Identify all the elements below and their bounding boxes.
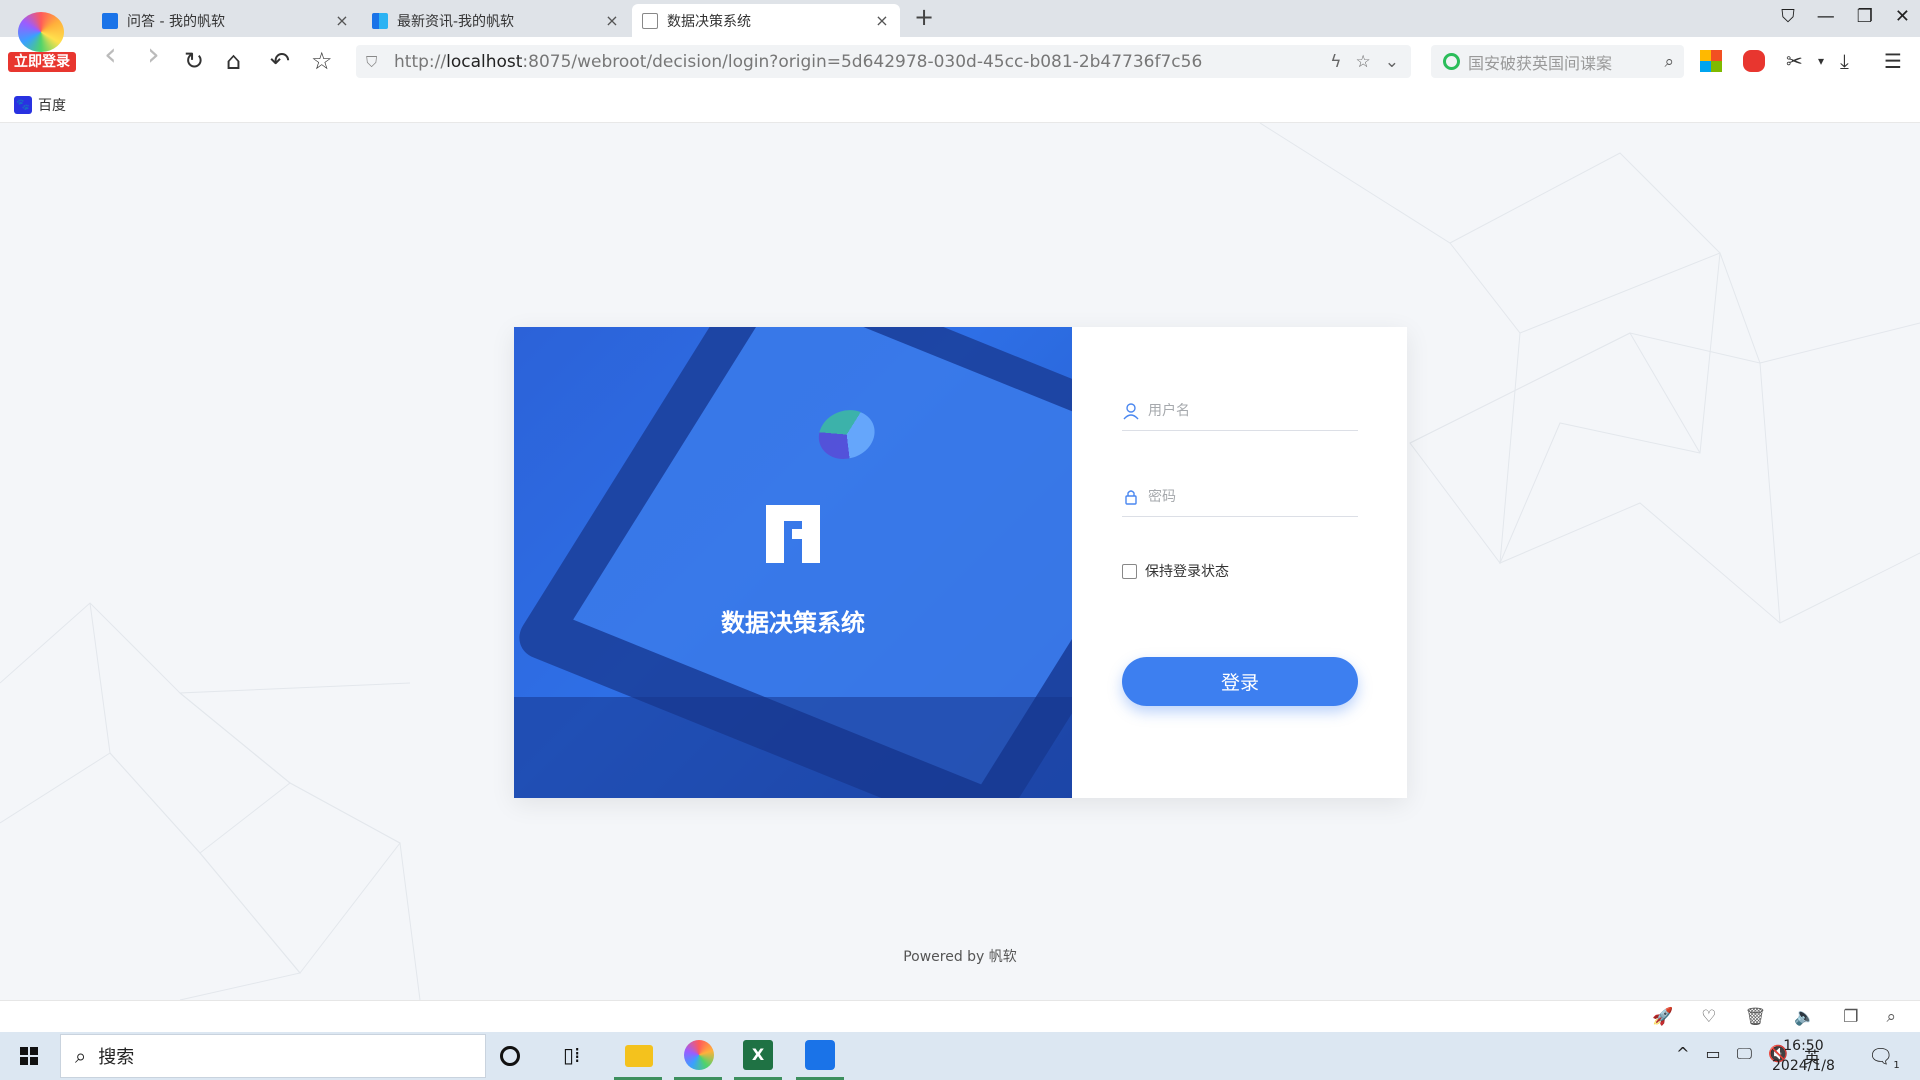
bookmark-label: 百度 — [38, 98, 66, 114]
pie-chart-illustration — [808, 402, 885, 467]
username-field[interactable] — [1122, 391, 1358, 431]
back-button[interactable]: ‹ — [104, 38, 117, 70]
clock-date: 2024/1/8 — [1772, 1058, 1835, 1074]
network-icon[interactable]: 🖵 — [1737, 1044, 1752, 1068]
download-icon[interactable]: ⤓ — [1840, 50, 1862, 72]
menu-icon[interactable]: ☰ — [1884, 50, 1906, 72]
remember-login[interactable]: 保持登录状态 — [1122, 561, 1229, 581]
username-input[interactable] — [1148, 402, 1338, 419]
tray-chevron-icon[interactable]: ^ — [1676, 1044, 1689, 1068]
fanruan-favicon-icon — [102, 12, 118, 29]
search-placeholder: 国安破获英国间谍案 — [1468, 53, 1613, 73]
close-window-button[interactable]: ✕ — [1895, 6, 1910, 27]
search-icon[interactable]: ⌕ — [1664, 52, 1674, 72]
new-tab-button[interactable]: + — [914, 3, 934, 31]
undo-close-button[interactable]: ↶ — [270, 48, 290, 74]
browser-logo[interactable]: 立即登录 — [8, 6, 76, 78]
rocket-icon[interactable]: 🚀 — [1652, 1007, 1673, 1027]
notification-icon[interactable]: 🗨1 — [1868, 1044, 1900, 1071]
remember-label: 保持登录状态 — [1145, 564, 1229, 580]
powered-by-footer: Powered by 帆软 — [903, 949, 1017, 965]
trash-icon[interactable]: 🗑 — [1744, 1007, 1766, 1027]
restore-button[interactable]: ❐ — [1857, 6, 1873, 27]
tab-qa[interactable]: 问答 - 我的帆软 × — [92, 4, 360, 37]
reload-button[interactable]: ↻ — [184, 48, 204, 74]
navigation-bar: ‹ › ↻ ⌂ ↶ ☆ ⛉ http://localhost:8075/webr… — [0, 37, 1920, 87]
window-icon[interactable]: ❐ — [1843, 1007, 1858, 1027]
tab-title: 最新资讯-我的帆软 — [397, 13, 515, 30]
clock-time: 16:50 — [1783, 1038, 1824, 1054]
tab-news[interactable]: 最新资讯-我的帆软 × — [362, 4, 630, 37]
search-icon: ⌕ — [75, 1044, 87, 1068]
baidu-paw-icon: 🐾 — [14, 96, 32, 114]
url-text[interactable]: http://localhost:8075/webroot/decision/l… — [394, 52, 1330, 72]
flash-icon[interactable]: ϟ — [1330, 52, 1341, 72]
fanruan-news-favicon-icon — [372, 12, 388, 29]
system-clock[interactable]: 16:50 2024/1/8 — [1772, 1036, 1835, 1076]
search-engine-icon — [1443, 53, 1460, 70]
remember-checkbox[interactable] — [1122, 563, 1137, 579]
brand-panel: 数据决策系统 — [514, 327, 1072, 798]
login-page: 数据决策系统 保持登录状态 登录 — [0, 123, 1920, 1000]
fanruan-designer-icon[interactable] — [805, 1040, 835, 1070]
notification-count: 1 — [1893, 1060, 1900, 1071]
tab-decision-system[interactable]: 数据决策系统 × — [632, 4, 900, 37]
home-button[interactable]: ⌂ — [226, 48, 241, 74]
scissors-dropdown-icon[interactable]: ▾ — [1818, 50, 1840, 72]
battery-icon[interactable]: ▭ — [1706, 1044, 1721, 1068]
apps-grid-icon[interactable] — [1700, 50, 1722, 72]
password-field[interactable] — [1122, 477, 1358, 517]
favorite-button[interactable]: ☆ — [311, 48, 333, 74]
skin-icon[interactable]: ⛉ — [1781, 6, 1795, 27]
brand-name: 数据决策系统 — [721, 609, 865, 637]
bookmark-star-icon[interactable]: ☆ — [1356, 52, 1371, 72]
tab-bar: 立即登录 问答 - 我的帆软 × 最新资讯-我的帆软 × 数据决策系统 × + … — [0, 0, 1920, 72]
scissors-icon[interactable]: ✂ — [1786, 50, 1808, 72]
password-input[interactable] — [1148, 488, 1338, 505]
login-badge[interactable]: 立即登录 — [8, 52, 76, 72]
taskbar-search[interactable]: ⌕ 搜索 — [60, 1034, 486, 1078]
lock-icon — [1125, 489, 1137, 505]
browser-status-bar: 🚀 ♡ 🗑 🔈 ❐ ⌕ — [0, 1000, 1920, 1032]
browser-360-icon[interactable] — [684, 1040, 714, 1070]
fanruan-logo-icon — [766, 505, 820, 563]
address-bar[interactable]: ⛉ http://localhost:8075/webroot/decision… — [356, 45, 1411, 78]
login-card: 数据决策系统 保持登录状态 登录 — [514, 327, 1407, 798]
health-icon[interactable]: ♡ — [1701, 1007, 1716, 1027]
tab-title: 问答 - 我的帆软 — [127, 13, 225, 30]
tab-title: 数据决策系统 — [667, 13, 751, 30]
taskbar-search-label: 搜索 — [98, 1047, 135, 1068]
volume-icon[interactable]: 🔈 — [1794, 1007, 1815, 1027]
game-controller-icon[interactable] — [1743, 50, 1765, 72]
cortana-icon[interactable] — [500, 1046, 520, 1066]
excel-icon[interactable]: X — [743, 1040, 773, 1070]
bookmark-baidu[interactable]: 🐾 百度 — [14, 95, 66, 115]
zoom-icon[interactable]: ⌕ — [1886, 1007, 1896, 1027]
taskbar: ⌕ 搜索 ▯⁞ X ^ ▭ 🖵 🔇 英 16:50 2024/1/8 🗨1 — [0, 1032, 1920, 1080]
login-button[interactable]: 登录 — [1122, 657, 1358, 706]
shield-icon: ⛉ — [366, 52, 378, 71]
tab-close-icon[interactable]: × — [334, 11, 350, 30]
chevron-down-icon[interactable]: ⌄ — [1385, 52, 1399, 72]
windows-start-icon[interactable] — [20, 1047, 38, 1065]
tab-close-icon[interactable]: × — [604, 11, 620, 30]
task-view-icon[interactable]: ▯⁞ — [563, 1043, 593, 1073]
browser-orb-icon — [18, 12, 64, 52]
tab-close-icon[interactable]: × — [874, 11, 890, 30]
device-shadow — [514, 697, 1072, 798]
file-explorer-icon[interactable] — [625, 1045, 653, 1067]
search-box[interactable]: 国安破获英国间谍案 ⌕ — [1431, 45, 1684, 78]
bookmark-bar: 🐾 百度 — [0, 87, 1920, 123]
document-favicon-icon — [642, 12, 658, 29]
forward-button[interactable]: › — [147, 38, 160, 70]
window-controls: ⛉ — ❐ ✕ — [1781, 6, 1910, 27]
user-icon — [1123, 402, 1139, 419]
login-form: 保持登录状态 登录 — [1072, 327, 1407, 798]
minimize-button[interactable]: — — [1817, 6, 1835, 27]
